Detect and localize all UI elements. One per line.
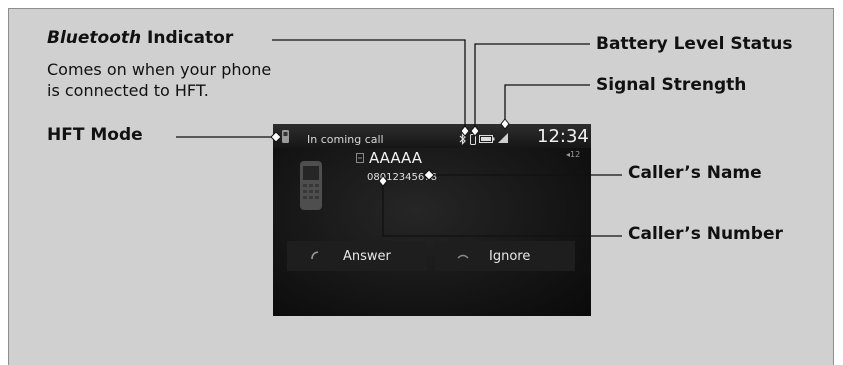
callers-number-leader-line <box>382 182 622 237</box>
bluetooth-pointer <box>460 125 470 137</box>
bluetooth-leader-line <box>272 39 466 128</box>
hft-mode-pointer <box>270 131 282 143</box>
signal-pointer <box>500 118 510 130</box>
battery-leader-line <box>474 43 590 128</box>
battery-pointer <box>470 125 480 137</box>
callout-lines <box>176 39 622 237</box>
callers-name-pointer <box>423 169 435 181</box>
callers-number-pointer <box>378 175 388 187</box>
signal-leader-line <box>504 84 590 121</box>
